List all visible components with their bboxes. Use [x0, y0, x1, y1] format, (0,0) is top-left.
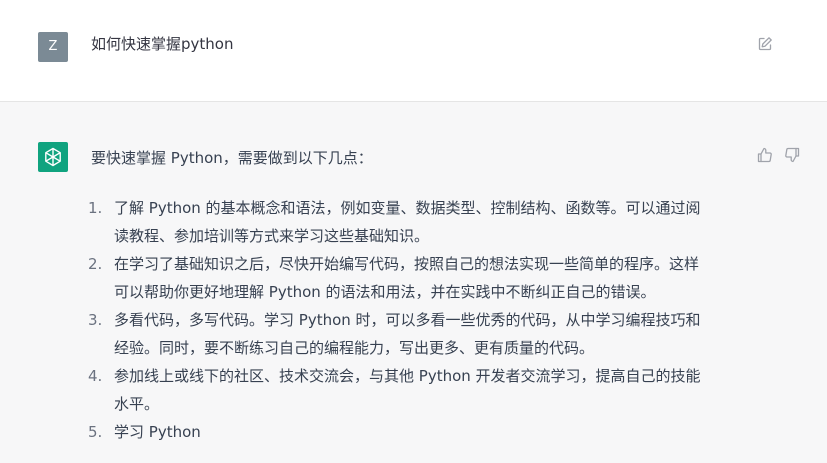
list-item: 3. 多看代码，多写代码。学习 Python 时，可以多看一些优秀的代码，从中学… — [88, 306, 748, 362]
edit-icon[interactable] — [757, 36, 773, 52]
user-avatar: Z — [38, 32, 68, 62]
list-item-text-line: 水平。 — [114, 395, 160, 413]
list-item-text-line: 可以帮助你更好地理解 Python 的语法和用法，并在实践中不断纠正自己的错误。 — [114, 283, 656, 301]
user-message-row: Z 如何快速掌握python — [0, 0, 827, 102]
list-item-number: 1. — [88, 199, 103, 217]
list-item-text-line: 在学习了基础知识之后，尽快开始编写代码，按照自己的想法实现一些简单的程序。这样 — [114, 255, 700, 273]
list-item: 4. 参加线上或线下的社区、技术交流会，与其他 Python 开发者交流学习，提… — [88, 362, 748, 418]
list-item-text-line: 多看代码，多写代码。学习 Python 时，可以多看一些优秀的代码，从中学习编程… — [114, 311, 701, 329]
list-item-text-line: 了解 Python 的基本概念和语法，例如变量、数据类型、控制结构、函数等。可以… — [114, 199, 701, 217]
list-item-number: 3. — [88, 311, 103, 329]
list-item-text-line: 参加线上或线下的社区、技术交流会，与其他 Python 开发者交流学习，提高自己… — [114, 367, 701, 385]
list-item-text-line: 读教程、参加培训等方式来学习这些基础知识。 — [114, 227, 430, 245]
list-item-number: 2. — [88, 255, 103, 273]
list-item-number: 4. — [88, 367, 103, 385]
list-item: 5. 学习 Python — [88, 418, 748, 446]
list-item-number: 5. — [88, 423, 103, 441]
list-item-text-line: 学习 Python — [114, 423, 201, 441]
list-item: 2. 在学习了基础知识之后，尽快开始编写代码，按照自己的想法实现一些简单的程序。… — [88, 250, 748, 306]
assistant-intro-text: 要快速掌握 Python，需要做到以下几点： — [91, 149, 373, 167]
thumbs-down-icon[interactable] — [783, 146, 801, 164]
thumbs-up-icon[interactable] — [756, 146, 774, 164]
list-item: 1. 了解 Python 的基本概念和语法，例如变量、数据类型、控制结构、函数等… — [88, 194, 748, 250]
answer-list: 1. 了解 Python 的基本概念和语法，例如变量、数据类型、控制结构、函数等… — [88, 194, 748, 446]
list-item-text-line: 经验。同时，要不断练习自己的编程能力，写出更多、更有质量的代码。 — [114, 339, 595, 357]
openai-logo-icon — [45, 147, 61, 167]
assistant-message-row: 要快速掌握 Python，需要做到以下几点： 1. 了解 Python 的基本概… — [0, 102, 827, 463]
user-message-text: 如何快速掌握python — [91, 35, 234, 53]
assistant-avatar — [38, 142, 68, 172]
